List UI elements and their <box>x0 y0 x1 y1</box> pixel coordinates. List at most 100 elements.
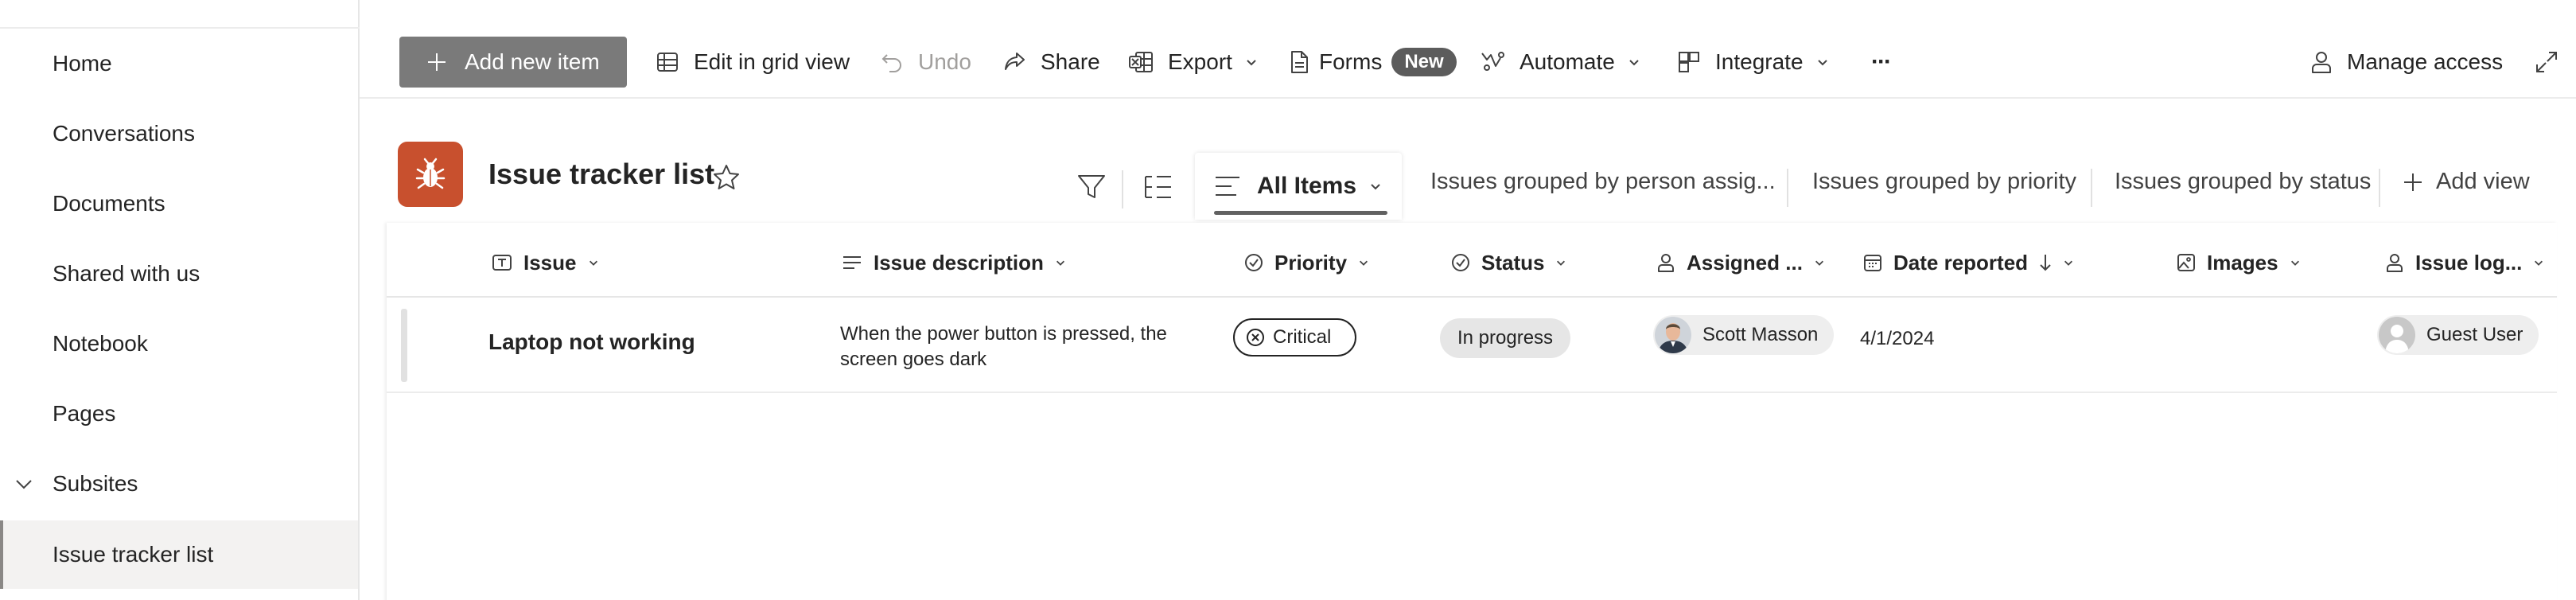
sidebar-item-label: Issue tracker list <box>53 542 214 567</box>
sidebar-item-label: Conversations <box>53 121 195 146</box>
column-label: Status <box>1481 250 1545 275</box>
chevron-down-icon <box>1557 260 1566 266</box>
view-options-icon[interactable] <box>1142 172 1174 202</box>
sidebar-item-home[interactable]: Home <box>0 30 358 97</box>
more-options-button[interactable]: ··· <box>1871 37 1892 88</box>
sidebar-item-subsites[interactable]: Subsites <box>0 450 358 517</box>
form-document-icon <box>1291 51 1308 73</box>
tab-issues-by-person[interactable]: Issues grouped by person assig... <box>1430 169 1776 195</box>
chevron-down-icon <box>1360 260 1368 266</box>
edit-grid-view-label: Edit in grid view <box>694 49 850 74</box>
chevron-down-icon <box>2290 260 2299 266</box>
integrate-label: Integrate <box>1715 49 1804 74</box>
issue-title[interactable]: Laptop not working <box>488 329 695 355</box>
all-items-label: All Items <box>1257 173 1357 199</box>
row-selection-handle[interactable] <box>401 309 407 382</box>
sidebar-item-label: Pages <box>53 401 116 426</box>
undo-button[interactable]: Undo <box>880 37 971 88</box>
toolbar-divider <box>1122 170 1123 208</box>
assigned-person[interactable]: Scott Masson <box>1653 315 1835 355</box>
sidebar-item-label: Home <box>53 51 112 76</box>
list-view-icon <box>1216 177 1239 196</box>
sidebar-item-label: Documents <box>53 191 165 216</box>
undo-label: Undo <box>918 49 971 74</box>
view-divider <box>1787 169 1788 207</box>
tab-issues-by-status[interactable]: Issues grouped by status <box>2115 169 2371 195</box>
chevron-down-icon[interactable] <box>14 474 33 493</box>
sidebar-divider <box>0 27 360 29</box>
column-label: Date reported <box>1893 250 2029 275</box>
sidebar-item-pages[interactable]: Pages <box>0 380 358 447</box>
table-row[interactable]: Laptop not working When the power button… <box>387 298 2557 393</box>
person-icon <box>2312 52 2331 73</box>
manage-access-button[interactable]: Manage access <box>2310 37 2503 88</box>
person-name: Guest User <box>2426 324 2523 345</box>
chevron-down-icon <box>2064 260 2073 266</box>
list-title: Issue tracker list <box>488 158 715 190</box>
text-field-icon <box>492 255 512 271</box>
person-photo-icon <box>1655 317 1691 353</box>
share-button[interactable]: Share <box>1002 37 1100 88</box>
automate-button[interactable]: Automate <box>1480 37 1640 88</box>
issue-logged-by-person[interactable]: Guest User <box>2377 315 2539 355</box>
left-navigation: Home Conversations Documents Shared with… <box>0 0 360 600</box>
column-label: Assigned ... <box>1687 250 1803 275</box>
filter-icon[interactable] <box>1076 172 1107 202</box>
tab-all-items[interactable]: All Items <box>1195 153 1402 220</box>
status-label: In progress <box>1457 327 1554 349</box>
chevron-down-icon <box>1815 260 1823 266</box>
add-new-item-button[interactable]: Add new item <box>399 37 627 88</box>
multiline-text-icon <box>843 256 861 269</box>
forms-button[interactable]: Forms New <box>1289 37 1457 88</box>
table-header: Issue Issue description Priority Status … <box>387 223 2557 298</box>
integrate-icon <box>1679 52 1699 72</box>
export-label: Export <box>1168 49 1232 74</box>
status-badge: In progress <box>1440 318 1571 358</box>
automate-flow-icon <box>1481 52 1504 71</box>
view-divider <box>2091 169 2092 207</box>
sidebar-item-shared-with-us[interactable]: Shared with us <box>0 240 358 307</box>
column-header-status[interactable]: Status <box>1451 248 1566 277</box>
image-icon <box>2177 254 2195 271</box>
calendar-icon <box>1864 255 1881 271</box>
undo-icon <box>881 54 901 72</box>
chevron-down-icon <box>1817 60 1827 66</box>
column-header-images[interactable]: Images <box>2177 248 2301 277</box>
view-divider <box>2379 169 2380 207</box>
sidebar-item-conversations[interactable]: Conversations <box>0 100 358 167</box>
avatar <box>1655 317 1691 353</box>
column-header-issue-description[interactable]: Issue description <box>842 248 1066 277</box>
chevron-down-icon <box>1371 184 1380 190</box>
export-excel-icon <box>1129 52 1153 72</box>
add-new-item-label: Add new item <box>465 49 600 74</box>
command-bar: Add new item Edit in grid view Undo Shar… <box>360 0 2576 99</box>
favorite-star-icon[interactable] <box>711 162 741 193</box>
column-header-priority[interactable]: Priority <box>1244 248 1369 277</box>
chevron-down-icon <box>2535 260 2543 266</box>
edit-grid-view-button[interactable]: Edit in grid view <box>656 37 850 88</box>
chevron-down-icon <box>589 260 597 266</box>
add-view-button[interactable]: Add view <box>2403 169 2530 195</box>
integrate-button[interactable]: Integrate <box>1677 37 1829 88</box>
column-header-date-reported[interactable]: Date reported <box>1863 248 2074 277</box>
expand-button[interactable] <box>2535 37 2558 88</box>
person-name: Scott Masson <box>1702 324 1819 345</box>
sidebar-item-notebook[interactable]: Notebook <box>0 310 358 377</box>
bug-icon <box>415 158 446 189</box>
sidebar-item-issue-tracker-list[interactable]: Issue tracker list <box>0 520 358 589</box>
chevron-down-icon <box>1056 260 1064 266</box>
choice-check-icon <box>1245 254 1263 271</box>
critical-circle-x-icon <box>1247 329 1264 346</box>
tab-issues-by-priority[interactable]: Issues grouped by priority <box>1812 169 2076 195</box>
sidebar-item-label: Notebook <box>53 331 148 356</box>
column-header-assigned[interactable]: Assigned ... <box>1656 248 1825 277</box>
column-label: Issue <box>523 250 577 275</box>
sidebar-item-documents[interactable]: Documents <box>0 170 358 237</box>
column-header-issue[interactable]: Issue <box>492 248 599 277</box>
chevron-down-icon <box>1247 60 1256 66</box>
automate-label: Automate <box>1520 49 1615 74</box>
column-header-issue-logged-by[interactable]: Issue log... <box>2385 248 2544 277</box>
guest-user-icon <box>2379 317 2415 353</box>
export-button[interactable]: Export <box>1128 37 1258 88</box>
expand-icon <box>2536 52 2557 72</box>
